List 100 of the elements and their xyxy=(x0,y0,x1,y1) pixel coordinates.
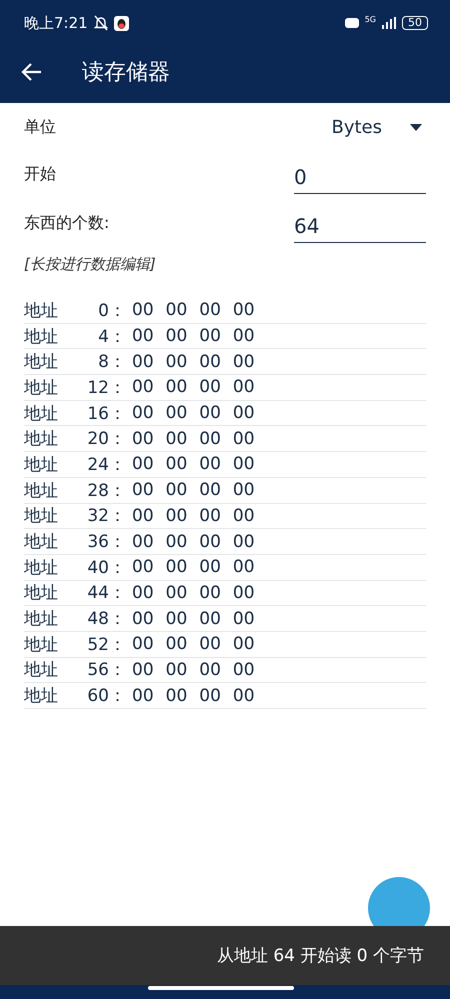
byte-value: 00 xyxy=(132,377,154,398)
address-value: 20： xyxy=(86,428,126,450)
bell-off-icon xyxy=(94,15,108,31)
byte-value: 00 xyxy=(232,506,255,526)
memory-row[interactable]: 地址 12： 00 00 00 00 xyxy=(24,375,426,401)
byte-value: 00 xyxy=(166,377,188,398)
unit-dropdown[interactable]: Bytes xyxy=(331,116,426,138)
memory-row[interactable]: 地址 40： 00 00 00 00 xyxy=(24,554,426,581)
address-value: 12： xyxy=(86,376,126,399)
address-label: 地址 xyxy=(24,376,59,399)
address-value: 48： xyxy=(86,608,126,630)
byte-value: 00 xyxy=(199,352,221,372)
app-icon xyxy=(114,16,129,30)
byte-value: 00 xyxy=(132,608,154,629)
memory-row[interactable]: 地址 24： 00 00 00 00 xyxy=(24,452,426,478)
byte-value: 00 xyxy=(166,480,188,500)
address-value: 56： xyxy=(86,659,126,682)
address-label: 地址 xyxy=(24,326,59,348)
memory-row[interactable]: 地址 44： 00 00 00 00 xyxy=(24,580,426,606)
byte-value: 00 xyxy=(232,377,255,398)
count-input-field[interactable]: 64 xyxy=(294,214,426,242)
byte-value: 00 xyxy=(232,352,255,372)
start-label: 开始 xyxy=(24,164,56,184)
address-label: 地址 xyxy=(24,531,59,554)
byte-value: 00 xyxy=(199,428,221,449)
byte-value: 00 xyxy=(132,634,154,654)
memory-row[interactable]: 地址 4： 00 00 00 00 xyxy=(24,324,426,350)
byte-value: 00 xyxy=(132,480,154,500)
byte-value: 00 xyxy=(232,557,255,578)
address-value: 24： xyxy=(86,454,126,476)
byte-value: 00 xyxy=(199,403,221,424)
byte-value: 00 xyxy=(232,428,255,449)
address-value: 0： xyxy=(97,300,126,322)
memory-row[interactable]: 地址 16： 00 00 00 00 xyxy=(24,400,426,426)
memory-row[interactable]: 地址 36： 00 00 00 00 xyxy=(24,529,426,555)
byte-value: 00 xyxy=(166,557,188,578)
battery-indicator: 50 xyxy=(402,16,428,30)
byte-value: 00 xyxy=(199,506,221,526)
address-value: 40： xyxy=(86,556,126,579)
byte-value: 00 xyxy=(132,352,154,372)
memory-row[interactable]: 地址 0： 00 00 00 00 xyxy=(24,298,426,324)
byte-value: 00 xyxy=(132,686,154,706)
address-value: 16： xyxy=(86,402,126,425)
memory-row[interactable]: 地址 8： 00 00 00 00 xyxy=(24,349,426,376)
byte-value: 00 xyxy=(199,582,221,603)
byte-value: 00 xyxy=(199,454,221,474)
byte-value: 00 xyxy=(199,377,221,398)
byte-value: 00 xyxy=(132,300,154,320)
address-label: 地址 xyxy=(24,608,59,630)
signal-icon xyxy=(382,17,396,29)
address-value: 44： xyxy=(86,582,126,604)
byte-value: 00 xyxy=(232,403,255,424)
address-label: 地址 xyxy=(24,634,59,656)
memory-row[interactable]: 地址 32： 00 00 00 00 xyxy=(24,504,426,530)
byte-value: 00 xyxy=(166,608,188,629)
byte-value: 00 xyxy=(232,608,255,629)
byte-value: 00 xyxy=(132,582,154,603)
byte-value: 00 xyxy=(232,326,255,346)
byte-value: 00 xyxy=(132,428,154,449)
byte-value: 00 xyxy=(166,454,188,474)
memory-row[interactable]: 地址 28： 00 00 00 00 xyxy=(24,478,426,504)
byte-value: 00 xyxy=(166,686,188,706)
byte-value: 00 xyxy=(132,403,154,424)
byte-value: 00 xyxy=(132,326,154,346)
address-label: 地址 xyxy=(24,659,59,682)
address-value: 32： xyxy=(86,505,126,528)
byte-value: 00 xyxy=(232,582,255,603)
byte-value: 00 xyxy=(199,557,221,578)
address-label: 地址 xyxy=(24,351,59,374)
memory-row[interactable]: 地址 60： 00 00 00 00 xyxy=(24,683,426,709)
memory-row[interactable]: 地址 52： 00 00 00 00 xyxy=(24,632,426,658)
back-arrow-icon[interactable] xyxy=(20,62,42,82)
byte-value: 00 xyxy=(199,300,221,320)
memory-row[interactable]: 地址 20： 00 00 00 00 xyxy=(24,426,426,452)
byte-value: 00 xyxy=(166,428,188,449)
address-value: 36： xyxy=(86,531,126,554)
byte-value: 00 xyxy=(132,660,154,680)
byte-value: 00 xyxy=(199,532,221,552)
byte-value: 00 xyxy=(199,608,221,629)
screen-title: 读存储器 xyxy=(82,58,170,86)
address-label: 地址 xyxy=(24,428,59,450)
byte-value: 00 xyxy=(132,506,154,526)
byte-value: 00 xyxy=(166,634,188,654)
byte-value: 00 xyxy=(166,582,188,603)
network-label: 5G xyxy=(364,14,376,24)
memory-row[interactable]: 地址 56： 00 00 00 00 xyxy=(24,658,426,684)
byte-value: 00 xyxy=(232,634,255,654)
byte-value: 00 xyxy=(166,403,188,424)
byte-value: 00 xyxy=(166,660,188,680)
address-value: 8： xyxy=(97,351,126,374)
byte-value: 00 xyxy=(199,660,221,680)
start-input-field[interactable]: 0 xyxy=(294,164,426,194)
hd-icon xyxy=(344,18,359,28)
byte-value: 00 xyxy=(199,326,221,346)
byte-value: 00 xyxy=(166,532,188,552)
byte-value: 00 xyxy=(232,532,255,552)
address-label: 地址 xyxy=(24,300,59,322)
memory-row[interactable]: 地址 48： 00 00 00 00 xyxy=(24,606,426,632)
count-label: 东西的个数: xyxy=(24,212,110,234)
address-value: 52： xyxy=(86,634,126,656)
